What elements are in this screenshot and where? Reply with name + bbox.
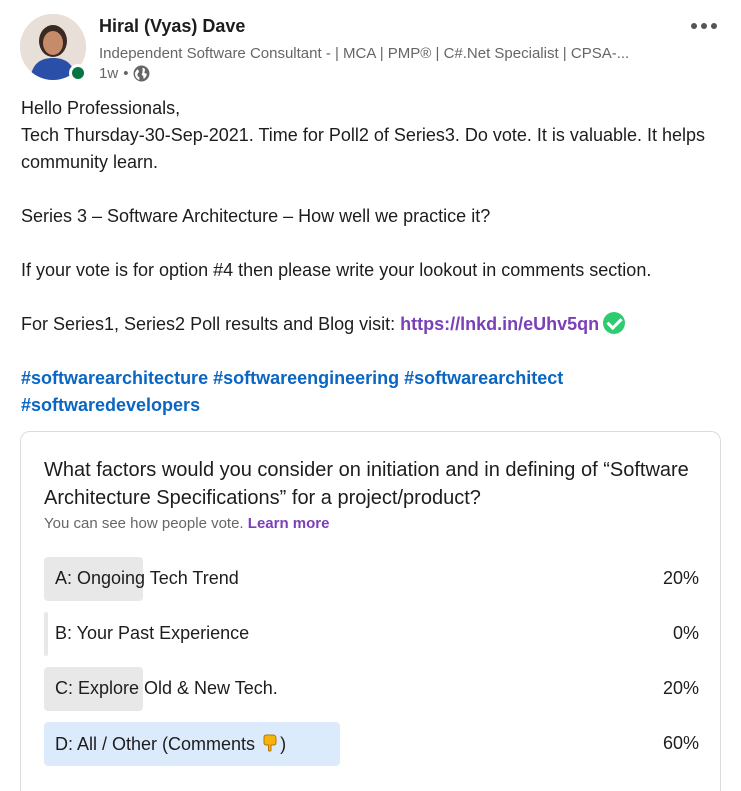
learn-more-link[interactable]: Learn more	[248, 515, 330, 532]
post-line	[21, 176, 721, 203]
poll-option-label: C: Explore Old & New Tech.	[55, 678, 278, 698]
post-line	[21, 284, 721, 311]
post-header: Hiral (Vyas) Dave Independent Software C…	[20, 12, 720, 88]
poll-option-label: D: All / Other (Comments	[55, 734, 256, 754]
post-line: Hello Professionals,	[21, 98, 181, 118]
poll-visibility-text: You can see how people vote.	[44, 515, 244, 532]
poll-option-percent: 20%	[662, 678, 699, 698]
online-status-indicator	[69, 64, 87, 82]
poll-card: What factors would you consider on initi…	[20, 431, 721, 791]
post-line: Tech Thursday-30-Sep-2021. Time for Poll…	[21, 125, 706, 172]
poll-post: Hiral (Vyas) Dave Independent Software C…	[0, 0, 741, 791]
poll-option-percent: 0%	[672, 623, 699, 643]
poll-option-d[interactable]: D: All / Other (Comments ) 60%	[44, 722, 699, 766]
hashtag-link[interactable]: #softwaredevelopers	[21, 395, 200, 415]
blog-link[interactable]: https://lnkd.in/eUhv5qn	[400, 314, 599, 334]
hashtag-link[interactable]: #softwarearchitecture	[21, 368, 208, 388]
post-meta: 1w •	[99, 65, 150, 82]
poll-option-suffix: )	[280, 734, 287, 754]
author-name[interactable]: Hiral (Vyas) Dave	[99, 16, 245, 37]
post-line-spacer	[21, 338, 721, 365]
poll-option-c[interactable]: C: Explore Old & New Tech. 20%	[44, 667, 699, 711]
post-line: Series 3 – Software Architecture – How w…	[21, 206, 491, 226]
poll-option-bar	[44, 612, 48, 656]
post-body: Hello Professionals, Tech Thursday-30-Se…	[21, 95, 721, 419]
poll-question: What factors would you consider on initi…	[44, 459, 689, 509]
check-verified-icon	[603, 312, 626, 334]
meta-separator: •	[123, 65, 129, 82]
author-headline: Independent Software Consultant - | MCA …	[99, 45, 630, 62]
hashtag-link[interactable]: #softwarearchitect	[404, 368, 563, 388]
post-time: 1w	[99, 65, 119, 82]
dot	[711, 23, 717, 29]
poll-option-label: A: Ongoing Tech Trend	[55, 568, 239, 588]
poll-option-a[interactable]: A: Ongoing Tech Trend 20%	[44, 557, 699, 601]
poll-option-label: B: Your Past Experience	[55, 623, 250, 643]
post-line: If your vote is for option #4 then pleas…	[21, 260, 652, 280]
dot	[701, 23, 707, 29]
dot	[691, 23, 697, 29]
poll-option-percent: 60%	[662, 733, 699, 753]
hashtag-link[interactable]: #softwareengineering	[213, 368, 399, 388]
more-options-button[interactable]	[684, 12, 724, 40]
blog-line: For Series1, Series2 Poll results and Bl…	[21, 311, 721, 338]
post-line	[21, 230, 721, 257]
hashtags: #softwarearchitecture #softwareengineeri…	[21, 365, 721, 419]
poll-subtitle: You can see how people vote. Learn more	[44, 515, 329, 532]
blog-prefix: For Series1, Series2 Poll results and Bl…	[21, 314, 401, 334]
poll-option-percent: 20%	[662, 568, 699, 588]
pointing-down-hand-icon	[263, 734, 277, 752]
poll-option-b[interactable]: B: Your Past Experience 0%	[44, 612, 699, 656]
poll-option-label-wrap: D: All / Other (Comments )	[55, 733, 286, 755]
globe-icon	[133, 65, 150, 82]
